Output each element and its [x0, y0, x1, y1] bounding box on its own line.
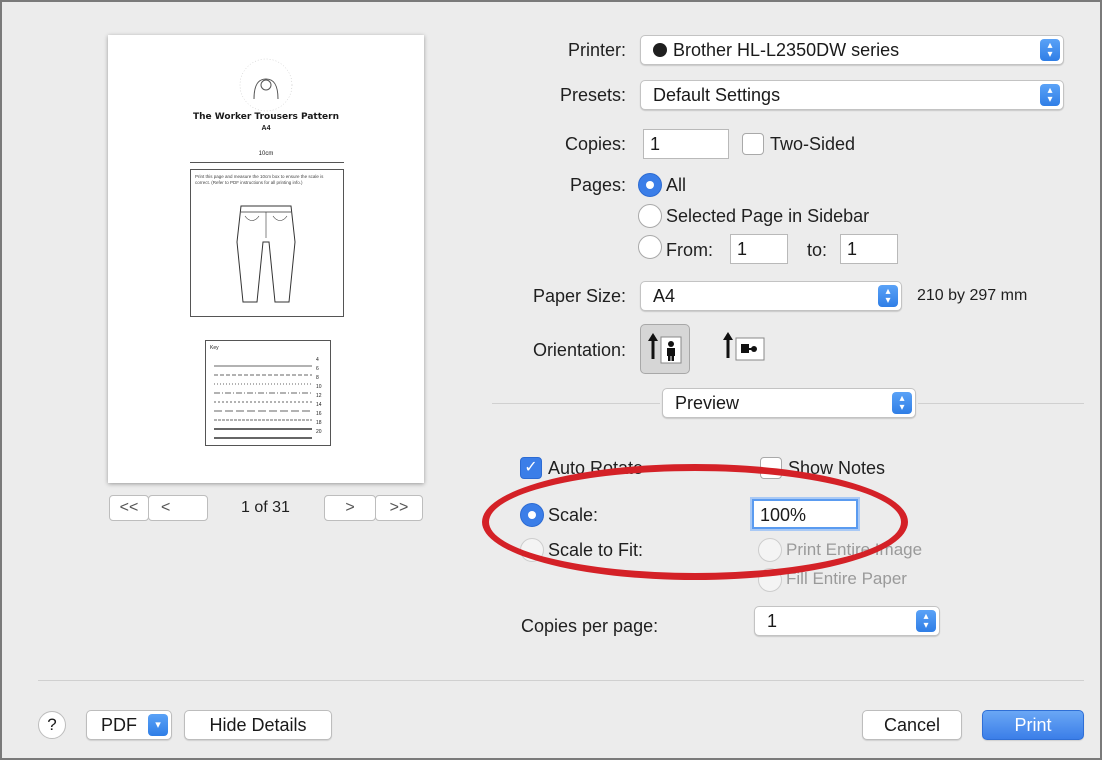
preview-page-title: The Worker Trousers Pattern — [193, 112, 339, 122]
copies-label: Copies: — [564, 134, 626, 154]
pages-from-radio[interactable] — [638, 235, 662, 259]
paper-size-value: A4 — [653, 286, 676, 306]
page-indicator: 1 of 31 — [241, 499, 290, 516]
printer-select[interactable]: Brother HL-L2350DW series ▴ ▾ — [640, 35, 1064, 65]
paper-dimensions: 210 by 297 mm — [917, 287, 1028, 304]
key-size-label: 18 — [316, 420, 322, 426]
key-size-label: 20 — [316, 429, 322, 435]
presets-value: Default Settings — [653, 85, 781, 105]
section-divider-right — [918, 403, 1084, 404]
key-line: 8 — [214, 375, 326, 385]
key-line: 10 — [214, 384, 326, 394]
key-line: 18 — [214, 420, 326, 430]
first-page-button[interactable]: << — [109, 495, 149, 521]
copies-per-page-select[interactable]: 1 ▴ ▾ — [754, 606, 940, 636]
pages-selected-label: Selected Page in Sidebar — [666, 206, 870, 226]
chevron-updown-icon: ▴ ▾ — [1040, 84, 1060, 106]
key-size-label: 6 — [316, 366, 319, 372]
key-size-label: 16 — [316, 411, 322, 417]
pages-from-label: From: — [666, 240, 713, 260]
key-lines: 4 6 8 10 12 14 16 18 20 — [214, 357, 326, 441]
key-size-label: 8 — [316, 375, 319, 381]
pages-all-label: All — [666, 175, 687, 195]
portrait-icon — [648, 333, 682, 364]
key-size-label: 4 — [316, 357, 319, 363]
key-line: 12 — [214, 393, 326, 403]
copies-input[interactable]: 1 — [643, 129, 729, 159]
paper-size-label: Paper Size: — [532, 286, 626, 306]
key-size-label: 12 — [316, 393, 322, 399]
orientation-portrait-button[interactable] — [640, 324, 690, 374]
printer-label: Printer: — [567, 40, 626, 60]
orientation-label: Orientation: — [532, 340, 626, 360]
highlight-ring — [482, 464, 908, 580]
pages-from-input[interactable]: 1 — [730, 234, 788, 264]
key-box: Key 4 6 8 10 12 14 16 18 20 — [205, 340, 331, 446]
section-select[interactable]: Preview ▴ ▾ — [662, 388, 916, 418]
footer-divider — [38, 680, 1084, 681]
chevron-updown-icon: ▴ ▾ — [916, 610, 936, 632]
trousers-illustration — [236, 205, 296, 303]
fill-entire-paper-label: Fill Entire Paper — [786, 569, 907, 588]
pdf-menu-button[interactable]: PDF ▾ — [86, 710, 172, 740]
preview-page-subtitle: A4 — [261, 125, 271, 132]
presets-select[interactable]: Default Settings ▴ ▾ — [640, 80, 1064, 110]
page-preview: The Worker Trousers Pattern A4 10cm Prin… — [108, 35, 424, 483]
presets-label: Presets: — [559, 85, 626, 105]
instructions-text: Print this page and measure the 10cm box… — [195, 174, 324, 185]
logo — [236, 55, 296, 115]
next-page-button[interactable]: > — [324, 495, 376, 521]
key-title: Key — [210, 345, 219, 351]
pages-selected-radio[interactable] — [638, 204, 662, 228]
key-size-label: 10 — [316, 384, 322, 390]
section-divider-left — [492, 403, 660, 404]
two-sided-label: Two-Sided — [770, 134, 856, 154]
printer-status-icon — [653, 43, 667, 57]
section-value: Preview — [675, 393, 740, 413]
key-line: 20 — [214, 429, 326, 439]
printer-value: Brother HL-L2350DW series — [673, 40, 900, 60]
chevron-updown-icon: ▴ ▾ — [1040, 39, 1060, 61]
pages-to-input[interactable]: 1 — [840, 234, 898, 264]
print-dialog: The Worker Trousers Pattern A4 10cm Prin… — [0, 0, 1102, 760]
two-sided-checkbox[interactable] — [742, 133, 764, 155]
measure-line — [190, 162, 344, 163]
chevron-down-icon: ▾ — [148, 714, 168, 736]
pages-to-label: to: — [807, 240, 828, 260]
prev-page-button[interactable]: < — [148, 495, 208, 521]
chevron-updown-icon: ▴ ▾ — [878, 285, 898, 307]
measure-label: 10cm — [258, 151, 274, 157]
pdf-label: PDF — [101, 715, 137, 735]
auto-rotate-checkbox[interactable]: ✓ — [520, 457, 542, 479]
pages-all-radio[interactable] — [638, 173, 662, 197]
key-line: 6 — [214, 366, 326, 376]
copies-per-page-label: Copies per page: — [521, 616, 659, 636]
measure-box: Print this page and measure the 10cm box… — [190, 169, 344, 317]
key-line: 4 — [214, 357, 326, 367]
copies-per-page-value: 1 — [767, 611, 778, 631]
key-size-label: 14 — [316, 402, 322, 408]
print-button[interactable]: Print — [982, 710, 1084, 740]
key-line: 14 — [214, 402, 326, 412]
last-page-button[interactable]: >> — [375, 495, 423, 521]
key-line: 16 — [214, 411, 326, 421]
orientation-landscape-button[interactable] — [714, 322, 770, 374]
hide-details-button[interactable]: Hide Details — [184, 710, 332, 740]
paper-size-select[interactable]: A4 ▴ ▾ — [640, 281, 902, 311]
help-button[interactable]: ? — [38, 711, 66, 739]
landscape-icon — [723, 332, 765, 361]
pages-label: Pages: — [569, 175, 626, 195]
cancel-button[interactable]: Cancel — [862, 710, 962, 740]
chevron-updown-icon: ▴ ▾ — [892, 392, 912, 414]
